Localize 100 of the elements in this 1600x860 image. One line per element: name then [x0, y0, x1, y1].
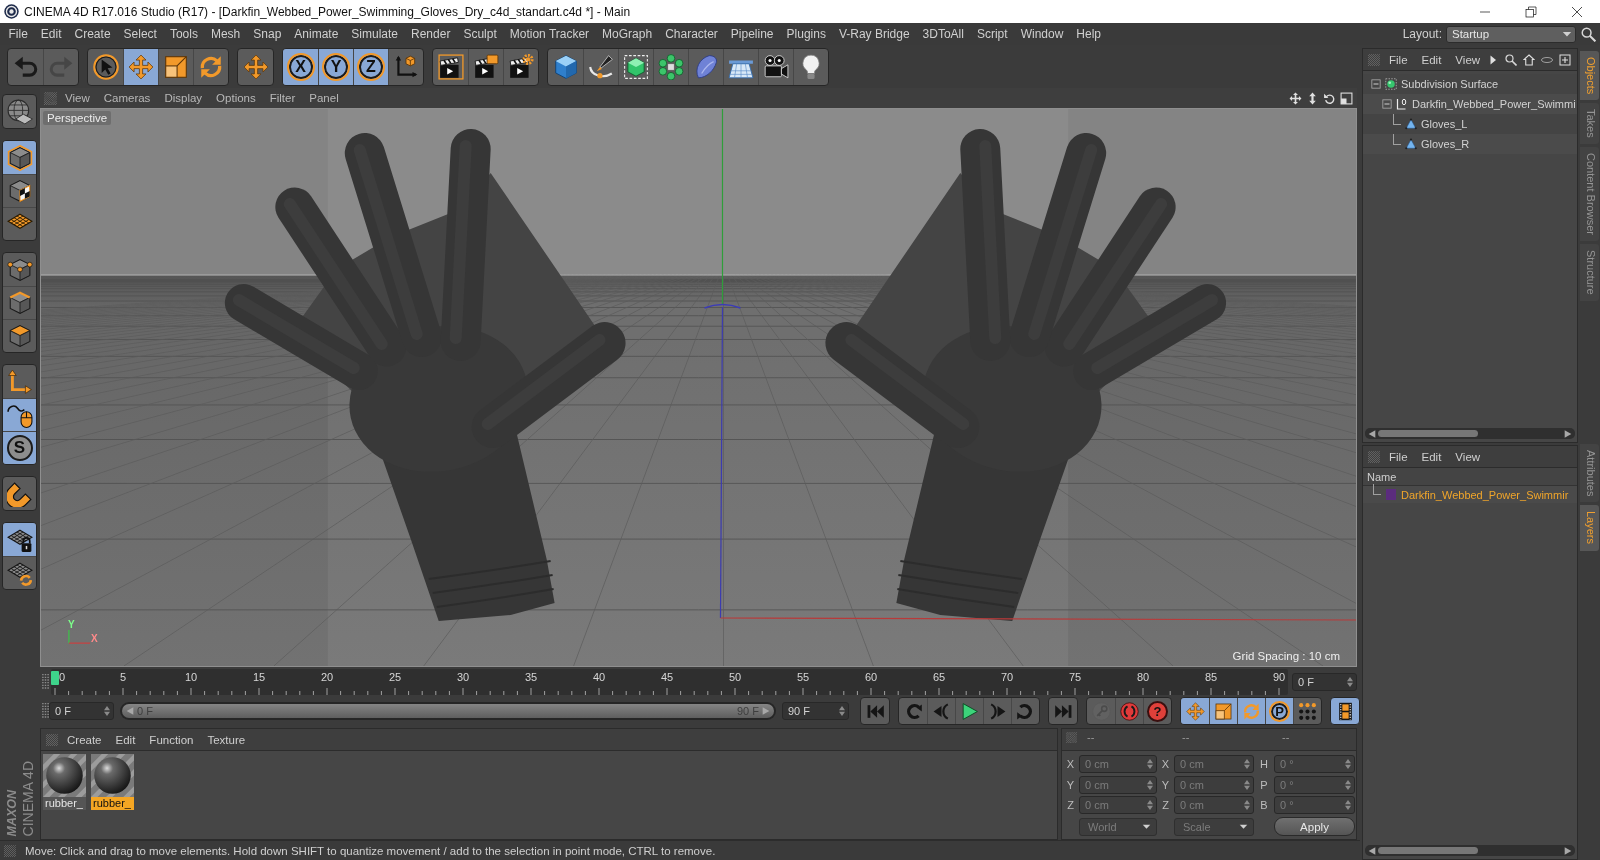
arrow-left-icon[interactable] [1368, 429, 1376, 438]
menu-item[interactable]: Render [404, 27, 457, 41]
go-end-button[interactable] [1048, 697, 1078, 725]
menu-item[interactable]: Pipeline [724, 27, 781, 41]
axis-lock-button[interactable]: Z [353, 48, 388, 85]
collapse-icon[interactable] [1371, 79, 1381, 89]
caged-cube-icon [623, 53, 649, 80]
maximize-icon[interactable] [1340, 91, 1353, 105]
menu-item[interactable]: Edit [108, 733, 143, 746]
axis-gizmo-drawing [68, 630, 90, 644]
snap-button[interactable]: S [3, 431, 36, 464]
frame-number: 5 [119, 670, 127, 683]
menu-item[interactable]: Display [157, 92, 210, 104]
start-frame-field[interactable]: 0 F [49, 702, 114, 720]
menu-item[interactable]: Edit [1414, 450, 1449, 463]
menu-item[interactable]: Simulate [344, 27, 405, 41]
material-preview[interactable] [91, 754, 134, 797]
axis-lock-button[interactable]: Y [318, 48, 353, 85]
menu-item[interactable]: V-Ray Bridge [832, 27, 917, 41]
menu-item[interactable]: View [1448, 450, 1488, 463]
pan-icon[interactable] [1289, 91, 1302, 105]
menu-item[interactable]: Function [142, 733, 201, 746]
tree-item[interactable]: Darkfin_Webbed_Power_Swimmi [1363, 94, 1577, 114]
menu-item[interactable]: Cameras [96, 92, 158, 104]
menu-item[interactable]: Edit [1414, 53, 1449, 66]
menu-item[interactable]: Filter [262, 92, 303, 104]
tweak-mode-button[interactable] [3, 398, 36, 431]
axis-lock-button[interactable]: X [283, 48, 318, 85]
timeline-film-button[interactable] [1330, 697, 1360, 725]
menu-item[interactable]: 3DToAll [916, 27, 971, 41]
search-icon[interactable] [1505, 53, 1518, 66]
lock-workplane-button[interactable] [3, 523, 36, 556]
material-preview[interactable] [43, 754, 86, 797]
menu-item[interactable]: Window [1014, 27, 1070, 41]
menu-item[interactable]: Create [60, 733, 109, 746]
menu-item[interactable]: Character [658, 27, 725, 41]
menu-item[interactable]: Create [68, 27, 118, 41]
key-rotate-button[interactable] [1237, 698, 1265, 724]
frame-number: 20 [320, 670, 334, 683]
align-workplane-button[interactable] [3, 556, 36, 589]
cube-edges-icon [6, 290, 33, 316]
frame-number: 65 [932, 670, 946, 683]
menu-item[interactable]: Help [1069, 27, 1108, 41]
search-icon[interactable] [1581, 26, 1596, 42]
menu-item[interactable]: Animate [287, 27, 345, 41]
menu-item[interactable]: File [1382, 53, 1415, 66]
menu-item[interactable]: Script [970, 27, 1015, 41]
menu-item[interactable]: Texture [200, 733, 253, 746]
material-name[interactable]: rubber_ [43, 797, 86, 810]
arrow-right-icon[interactable] [1564, 846, 1572, 855]
plus-box-icon[interactable] [1559, 53, 1572, 66]
menu-item[interactable]: File [2, 27, 35, 41]
frame-number: 50 [728, 670, 742, 683]
menu-item[interactable]: File [1382, 450, 1415, 463]
menu-item[interactable]: Tools [163, 27, 205, 41]
menu-item[interactable]: Motion Tracker [503, 27, 596, 41]
make-editable-button[interactable] [2, 94, 37, 129]
tree-item[interactable]: Gloves_R [1363, 134, 1577, 154]
brand-name: MAXON [5, 788, 19, 836]
key-scale-button[interactable] [1209, 698, 1237, 724]
menu-item[interactable]: Edit [34, 27, 69, 41]
layout-dropdown[interactable]: Startup [1446, 25, 1576, 43]
frame-number: 15 [252, 670, 266, 683]
layer-row[interactable]: Darkfin_Webbed_Power_Swimmir [1363, 486, 1577, 503]
globe-grid-icon [6, 98, 33, 125]
axis-label: X [91, 633, 98, 644]
column-header: -- [1281, 731, 1291, 744]
magnet-button[interactable] [2, 476, 37, 511]
home-icon[interactable] [1523, 53, 1536, 66]
go-start-button[interactable] [860, 697, 890, 725]
menu-item[interactable]: Mesh [204, 27, 247, 41]
menu-item[interactable]: Select [117, 27, 164, 41]
timeline-ruler[interactable]: 0 5 10 15 20 25 30 35 40 45 50 55 60 65 70 75 80 85 90 [51, 669, 1288, 695]
menu-item[interactable]: View [58, 92, 97, 104]
collapse-icon[interactable] [1382, 99, 1392, 109]
material-name[interactable]: rubber_ [91, 797, 134, 810]
menu-item[interactable]: Sculpt [456, 27, 504, 41]
menu-item[interactable]: View [1448, 53, 1488, 66]
move-button[interactable] [123, 48, 158, 85]
horizontal-scrollbar[interactable] [1365, 845, 1575, 856]
scrollbar-thumb[interactable] [1378, 430, 1478, 437]
orbit-icon[interactable] [1323, 91, 1336, 105]
menu-item[interactable]: Options [209, 92, 263, 104]
polygon-object-icon [1405, 118, 1417, 130]
frame-number: 80 [1136, 670, 1150, 683]
scale-icon [163, 53, 189, 80]
move-tool-button[interactable] [237, 47, 274, 86]
model-mode-button[interactable] [3, 141, 36, 174]
status-message: Move: Click and drag to move elements. Hold down SHIFT to quantize movement / add to the selection in point mode, CTRL to remove. [25, 844, 716, 857]
scrollbar-thumb[interactable] [1378, 847, 1478, 854]
menu-item[interactable]: Snap [246, 27, 288, 41]
arrow-left-icon[interactable] [1368, 846, 1376, 855]
horizontal-scrollbar[interactable] [1365, 428, 1575, 439]
menu-item[interactable]: Panel [302, 92, 346, 104]
arrow-right-icon[interactable] [1564, 429, 1572, 438]
current-frame-field[interactable]: 0 F [1292, 673, 1357, 691]
menu-item[interactable]: MoGraph [595, 27, 659, 41]
end-frame-field[interactable]: 90 F [782, 702, 849, 720]
menu-item[interactable]: Plugins [780, 27, 833, 41]
key-param-button[interactable]: P [1265, 698, 1293, 724]
